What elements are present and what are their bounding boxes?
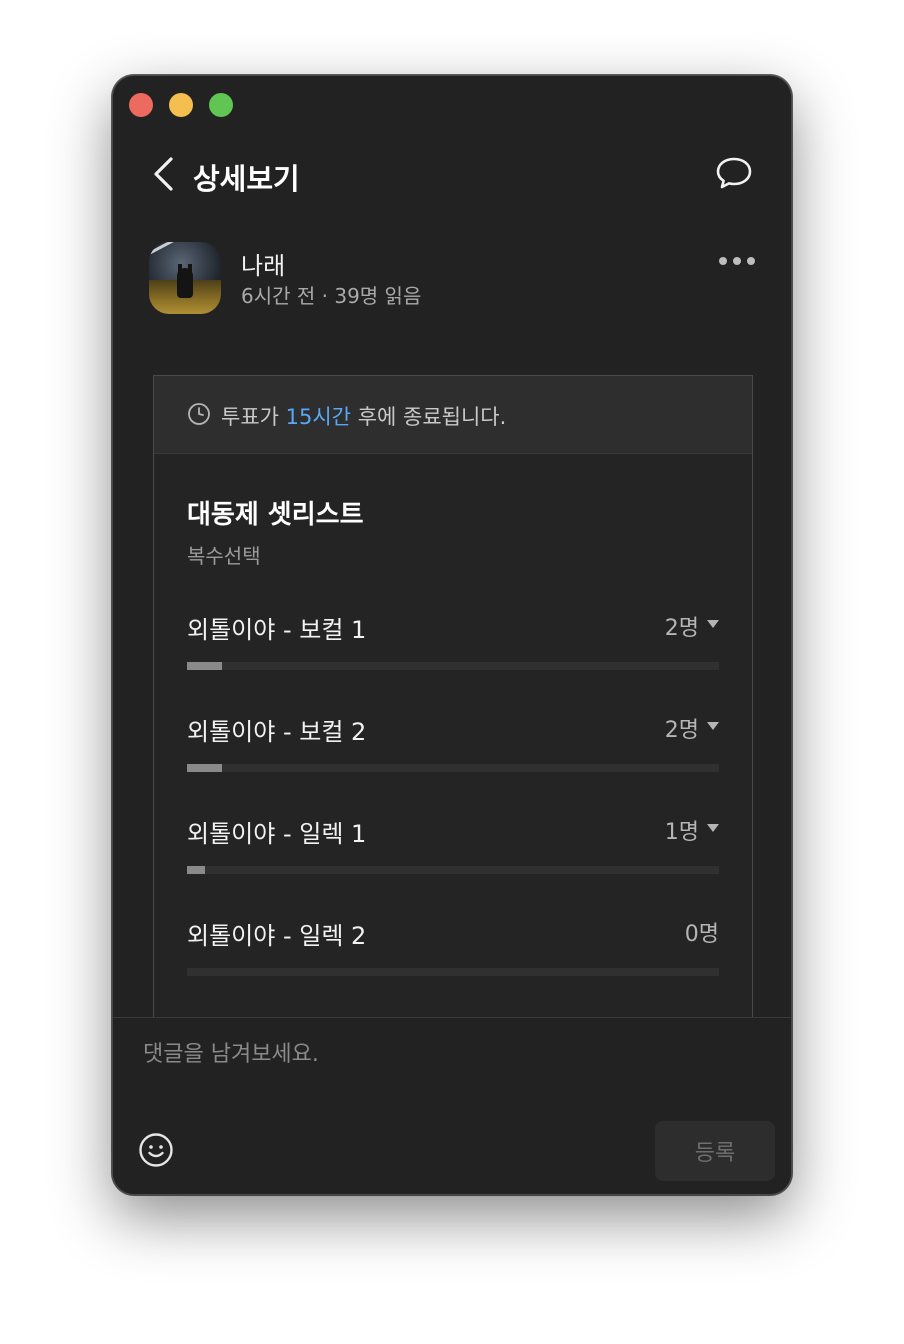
- poll-option-bar: [187, 968, 719, 976]
- poll-remaining-time: 15시간: [285, 405, 352, 429]
- poll-option-count[interactable]: 2명: [665, 712, 699, 744]
- poll-option-label: 외톨이야 - 보컬 1: [187, 616, 367, 644]
- maximize-window-button[interactable]: [209, 93, 233, 117]
- header: 상세보기: [113, 152, 791, 196]
- poll-option-label: 외톨이야 - 일렉 2: [187, 922, 367, 950]
- poll-title: 대동제 셋리스트: [187, 500, 364, 530]
- comments-button[interactable]: [715, 154, 753, 192]
- poll-option[interactable]: 외톨이야 - 보컬 1 2명: [187, 610, 719, 680]
- comment-input[interactable]: [143, 1034, 743, 1074]
- back-button[interactable]: [151, 156, 179, 192]
- emoji-button[interactable]: [138, 1132, 174, 1168]
- poll-option-bar: [187, 662, 719, 670]
- more-options-button[interactable]: [715, 254, 755, 268]
- poll-type: 복수선택: [187, 544, 261, 568]
- minimize-window-button[interactable]: [169, 93, 193, 117]
- poll-option-count[interactable]: 1명: [665, 814, 699, 846]
- poll-deadline-text: 투표가 15시간 후에 종료됩니다.: [221, 405, 507, 429]
- comment-composer: 등록: [113, 1017, 791, 1194]
- post-meta: 6시간 전 · 39명 읽음: [241, 284, 422, 308]
- chevron-left-icon: [154, 157, 173, 191]
- author-name: 나래: [241, 252, 286, 280]
- poll-option-bar: [187, 764, 719, 772]
- clock-icon: [188, 403, 210, 425]
- window-controls: [129, 93, 233, 117]
- poll-card: 투표가 15시간 후에 종료됩니다. 대동제 셋리스트 복수선택 외톨이야 - …: [153, 375, 753, 1035]
- post-author: 나래 6시간 전 · 39명 읽음: [149, 242, 755, 316]
- app-window: 상세보기 나래 6시간 전 · 39명 읽음 투표가 15시간 후에 종료됩니다…: [112, 75, 792, 1195]
- speech-bubble-icon: [716, 157, 752, 189]
- poll-option[interactable]: 외톨이야 - 보컬 2 2명: [187, 712, 719, 782]
- ellipsis-icon: [719, 257, 727, 265]
- poll-option-count: 0명: [684, 922, 719, 947]
- smiley-icon: [139, 1133, 173, 1167]
- caret-down-icon[interactable]: [707, 620, 719, 628]
- poll-option[interactable]: 외톨이야 - 일렉 1 1명: [187, 814, 719, 884]
- avatar[interactable]: [149, 242, 221, 314]
- poll-option[interactable]: 외톨이야 - 일렉 2 0명: [187, 916, 719, 986]
- submit-comment-button[interactable]: 등록: [655, 1121, 775, 1181]
- caret-down-icon[interactable]: [707, 722, 719, 730]
- poll-option-count[interactable]: 2명: [665, 610, 699, 642]
- close-window-button[interactable]: [129, 93, 153, 117]
- poll-option-bar: [187, 866, 719, 874]
- poll-option-label: 외톨이야 - 보컬 2: [187, 718, 367, 746]
- poll-option-label: 외톨이야 - 일렉 1: [187, 820, 367, 848]
- poll-deadline-banner: 투표가 15시간 후에 종료됩니다.: [154, 376, 752, 454]
- page-title: 상세보기: [193, 162, 300, 196]
- caret-down-icon[interactable]: [707, 824, 719, 832]
